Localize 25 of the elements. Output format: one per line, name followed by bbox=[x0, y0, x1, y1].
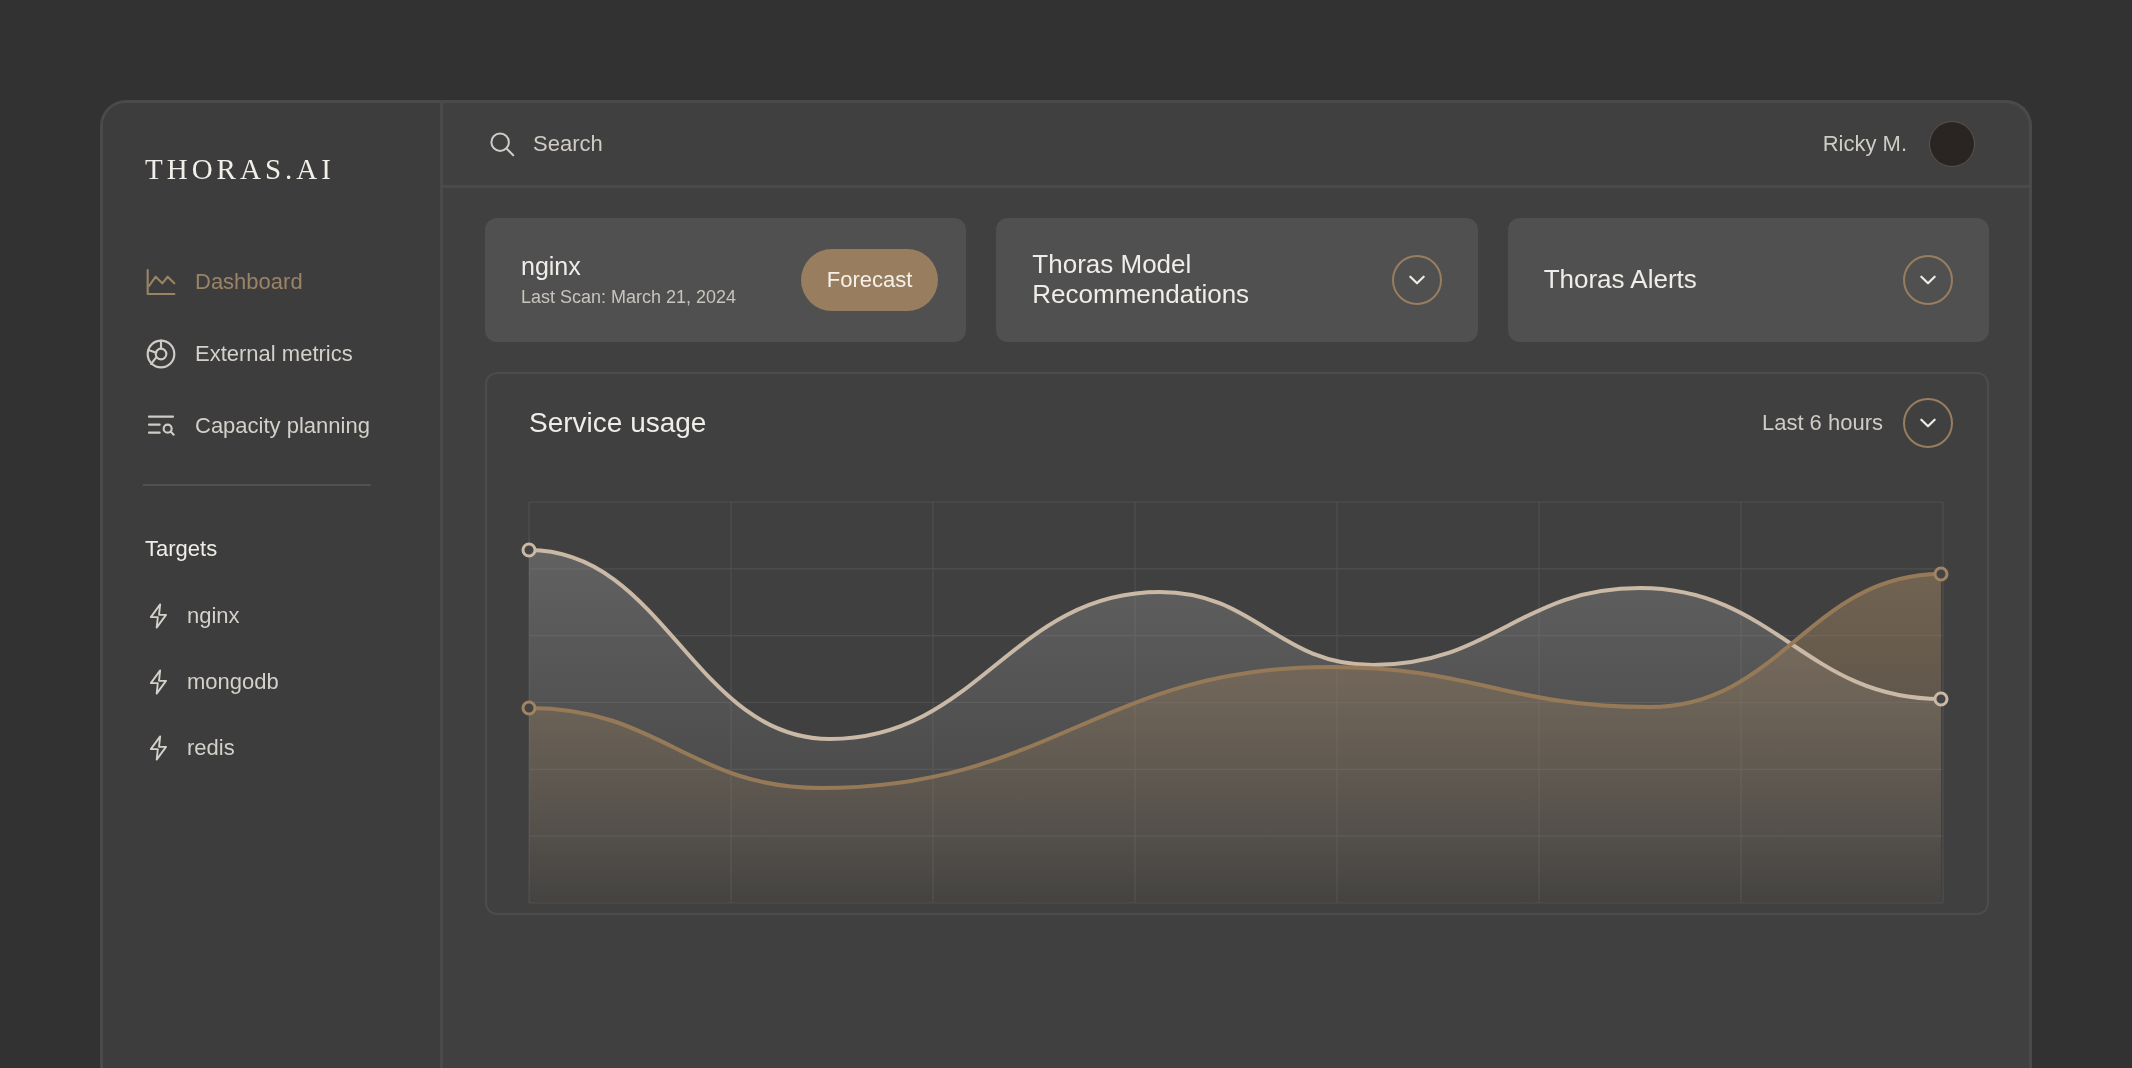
nav-item[interactable]: External metrics bbox=[145, 338, 353, 370]
expand-button[interactable] bbox=[1391, 255, 1442, 305]
user-name: Ricky M. bbox=[1822, 131, 1907, 157]
logo: THORAS.AI bbox=[145, 153, 336, 186]
chevron-down-icon bbox=[1920, 418, 1936, 428]
card-title: Thoras Alerts bbox=[1543, 265, 1697, 295]
card-title: nginx bbox=[521, 252, 582, 281]
section-heading: Targets bbox=[145, 536, 219, 562]
card-title: Thoras Model Recommendations bbox=[1032, 250, 1251, 310]
nav-item[interactable]: Capacity planning bbox=[145, 410, 370, 442]
target-item[interactable]: mongodb bbox=[145, 668, 279, 696]
avatar[interactable] bbox=[1929, 121, 1975, 167]
time-range-label: Last 6 hours bbox=[1761, 410, 1883, 436]
chart-title: Service usage bbox=[529, 407, 707, 439]
target-item[interactable]: redis bbox=[145, 734, 235, 762]
last-scan-text: Last Scan: March 21, 2024 bbox=[521, 286, 737, 308]
time-range-button[interactable] bbox=[1903, 398, 1953, 448]
line-chart-icon bbox=[145, 266, 177, 298]
chevron-down-icon bbox=[1920, 275, 1936, 285]
search-field[interactable]: Search bbox=[531, 130, 835, 158]
target-item[interactable]: nginx bbox=[145, 602, 240, 630]
search-icon bbox=[487, 129, 517, 159]
chevron-down-icon bbox=[1408, 275, 1425, 285]
pie-chart-icon bbox=[145, 338, 177, 370]
expand-button[interactable] bbox=[1903, 255, 1953, 305]
